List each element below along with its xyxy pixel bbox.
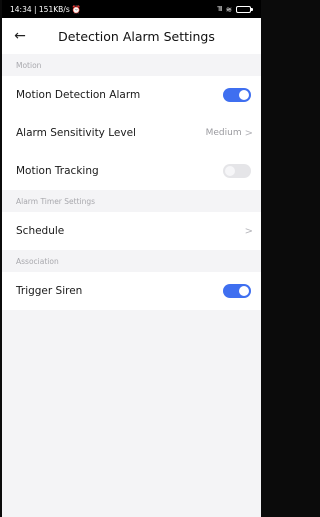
status-bar: 14:34 | 151KB/s ⏰ ᪲ıll ≋ [2,0,261,18]
wifi-icon: ≋ [225,4,232,14]
status-time-speed: 14:34 | 151KB/s [10,4,70,14]
status-right: ᪲ıll ≋ [218,4,253,14]
section-header-association: Association [2,250,261,272]
section-header-timer: Alarm Timer Settings [2,190,261,212]
status-left: 14:34 | 151KB/s ⏰ [10,5,81,14]
row-motion-detection-alarm: Motion Detection Alarm [2,76,261,114]
toggle-knob [239,90,249,100]
schedule-label: Schedule [16,225,65,237]
toggle-knob [225,166,235,176]
row-alarm-sensitivity[interactable]: Alarm Sensitivity Level Medium > [2,114,261,152]
section-header-motion: Motion [2,54,261,76]
row-schedule[interactable]: Schedule > [2,212,261,250]
alarm-clock-icon: ⏰ [71,4,82,14]
motion-detection-alarm-toggle[interactable] [223,88,251,102]
battery-icon [236,5,253,13]
header: ← Detection Alarm Settings [2,18,261,54]
trigger-siren-toggle[interactable] [223,284,251,298]
chevron-right-icon: > [244,225,253,237]
motion-detection-alarm-label: Motion Detection Alarm [16,89,141,101]
toggle-knob [239,286,249,296]
trigger-siren-label: Trigger Siren [16,285,83,297]
row-motion-tracking: Motion Tracking [2,152,261,190]
motion-tracking-toggle[interactable] [223,164,251,178]
row-trigger-siren: Trigger Siren [2,272,261,310]
alarm-sensitivity-value: Medium [205,128,242,138]
screen: 14:34 | 151KB/s ⏰ ᪲ıll ≋ ← Detection Ala… [2,0,261,517]
chevron-right-icon: > [244,127,253,139]
alarm-sensitivity-value-group: Medium > [206,128,253,139]
schedule-value-group: > [245,226,253,237]
motion-tracking-label: Motion Tracking [16,165,99,177]
back-arrow-icon[interactable]: ← [2,18,34,54]
signal-icon: ᪲ıll [218,6,223,13]
alarm-sensitivity-label: Alarm Sensitivity Level [16,127,136,139]
settings-list: Motion Motion Detection Alarm Alarm Sens… [2,54,261,310]
page-title: Detection Alarm Settings [58,28,215,44]
